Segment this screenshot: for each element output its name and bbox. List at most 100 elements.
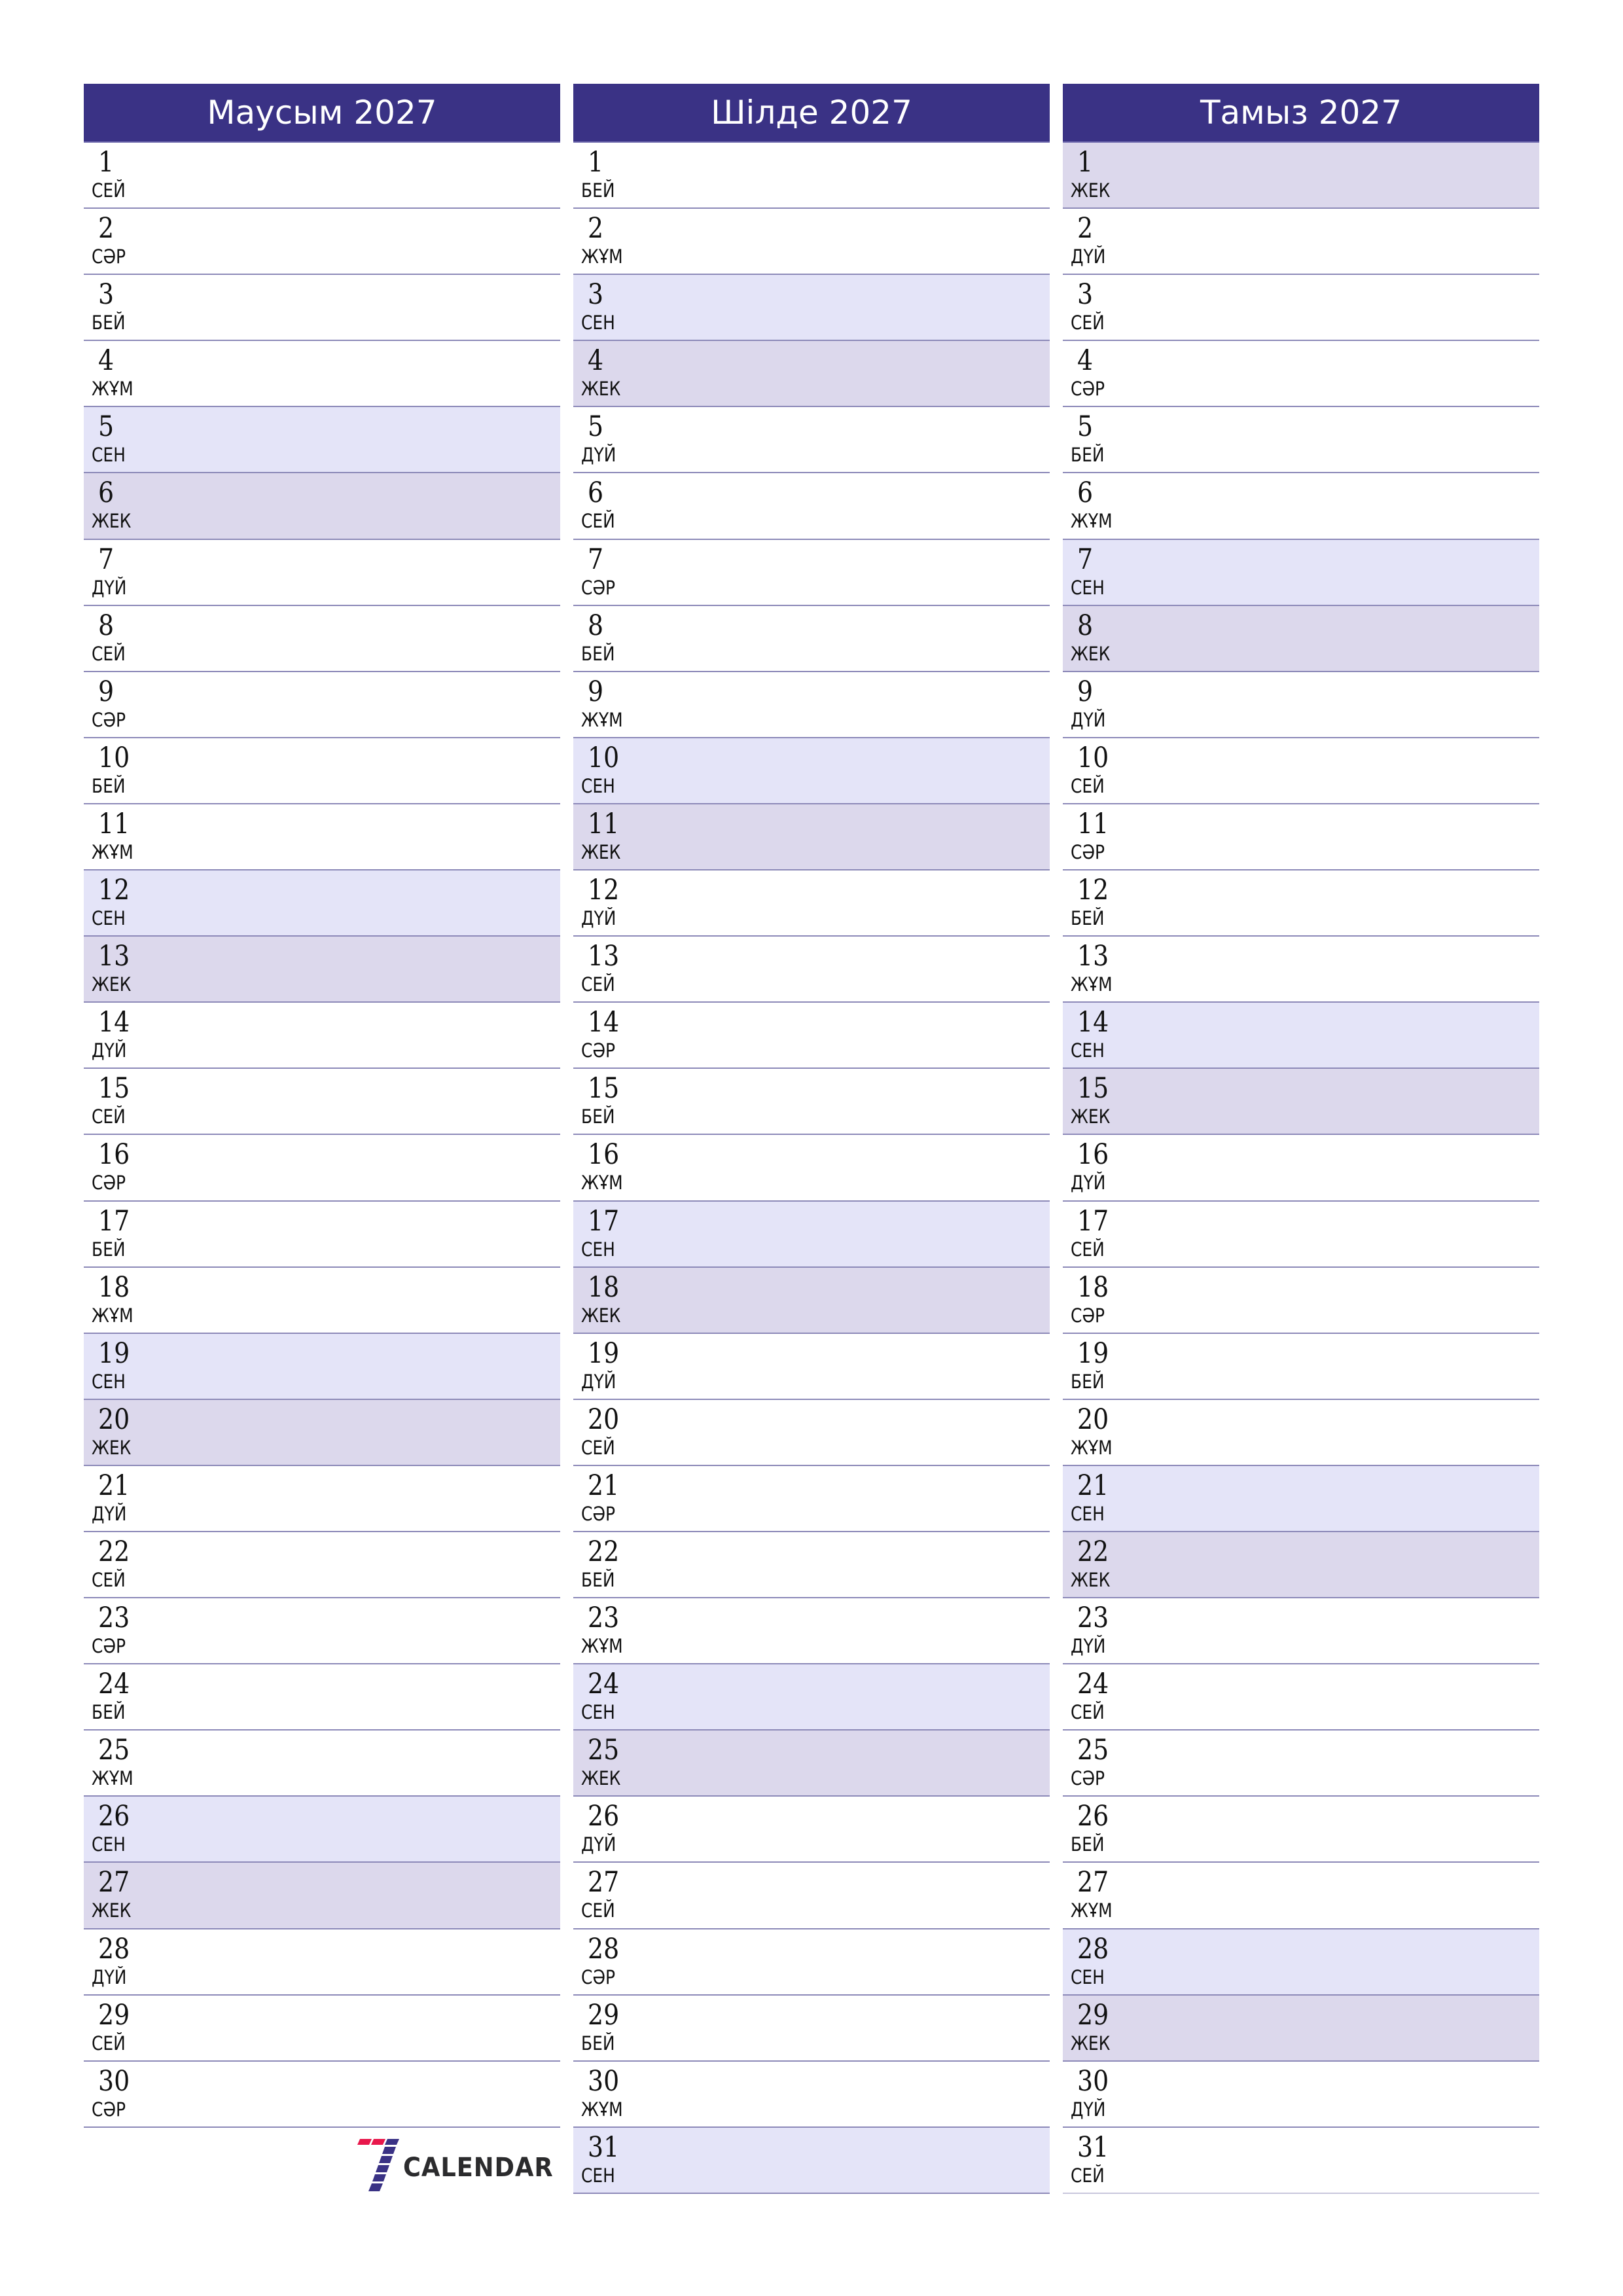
day-row: 24 СЕЙ bbox=[1063, 1664, 1539, 1731]
day-row: 14 ДҮЙ bbox=[84, 1003, 560, 1069]
weekday-label: СЕН bbox=[581, 2164, 615, 2187]
day-row: 17 БЕЙ bbox=[84, 1201, 560, 1268]
day-number: 17 bbox=[588, 1204, 620, 1238]
day-row: 6 ЖҰМ bbox=[1063, 473, 1539, 540]
day-row: 1 БЕЙ bbox=[573, 143, 1050, 209]
day-row: 23 СӘР bbox=[84, 1598, 560, 1665]
day-row: 30 СӘР bbox=[84, 2061, 560, 2128]
weekday-label: БЕЙ bbox=[581, 1105, 615, 1128]
day-number: 20 bbox=[1077, 1403, 1109, 1436]
weekday-label: СЕН bbox=[92, 1833, 126, 1856]
day-row: 9 ЖҰМ bbox=[573, 672, 1050, 738]
day-row: 8 СЕЙ bbox=[84, 605, 560, 672]
day-row: 15 СЕЙ bbox=[84, 1069, 560, 1136]
logo-blue-bar-3 bbox=[379, 2156, 393, 2163]
day-row: 2 СӘР bbox=[84, 209, 560, 276]
day-number: 16 bbox=[98, 1138, 130, 1172]
weekday-label: СЕН bbox=[1071, 576, 1105, 599]
day-row: 18 ЖҰМ bbox=[84, 1267, 560, 1334]
weekday-label: СЕЙ bbox=[1071, 774, 1105, 797]
day-number: 6 bbox=[588, 476, 604, 510]
weekday-label: БЕЙ bbox=[1071, 1833, 1105, 1856]
day-number: 25 bbox=[1077, 1734, 1109, 1767]
day-number: 4 bbox=[588, 344, 604, 378]
weekday-label: СЕН bbox=[1071, 1039, 1105, 1062]
weekday-label: СЕН bbox=[1071, 1965, 1105, 1988]
weekday-label: ЖҰМ bbox=[92, 1767, 134, 1790]
day-number: 9 bbox=[588, 675, 604, 708]
brand-logo: CALENDAR bbox=[357, 2139, 554, 2194]
day-row: 2 ЖҰМ bbox=[573, 209, 1050, 276]
day-number: 21 bbox=[98, 1469, 130, 1502]
weekday-label: ЖЕК bbox=[92, 973, 132, 996]
day-number: 18 bbox=[1077, 1270, 1109, 1304]
day-row: 12 БЕЙ bbox=[1063, 870, 1539, 937]
weekday-label: ЖҰМ bbox=[581, 245, 623, 268]
day-row: 4 СӘР bbox=[1063, 341, 1539, 408]
day-row: 10 СЕЙ bbox=[1063, 738, 1539, 804]
weekday-label: СЕН bbox=[581, 1238, 615, 1261]
weekday-label: СЕН bbox=[581, 1701, 615, 1724]
logo-blue-bar-5 bbox=[372, 2174, 386, 2181]
weekday-label: СЕЙ bbox=[1071, 312, 1105, 334]
day-number: 2 bbox=[98, 212, 115, 245]
weekday-label: БЕЙ bbox=[92, 312, 126, 334]
day-row: 15 ЖЕК bbox=[1063, 1069, 1539, 1136]
weekday-label: ЖЕК bbox=[1071, 2032, 1111, 2054]
weekday-label: СӘР bbox=[1071, 840, 1105, 863]
day-number: 31 bbox=[588, 2130, 620, 2164]
day-number: 24 bbox=[98, 1668, 130, 1701]
day-row: 30 ЖҰМ bbox=[573, 2061, 1050, 2128]
day-list: 1 БЕЙ 2 ЖҰМ 3 СЕН 4 ЖЕК 5 ДҮЙ 6 СЕЙ 7 СӘР 8 БЕЙ 9 ЖҰМ 10 СЕ… bbox=[573, 143, 1050, 2194]
day-number: 23 bbox=[98, 1602, 130, 1635]
day-row: 22 ЖЕК bbox=[1063, 1532, 1539, 1599]
weekday-label: БЕЙ bbox=[581, 642, 615, 665]
day-number: 2 bbox=[588, 212, 604, 245]
month-header: Шілде 2027 bbox=[573, 84, 1050, 143]
day-number: 8 bbox=[98, 609, 115, 642]
weekday-label: СЕЙ bbox=[1071, 1238, 1105, 1261]
weekday-label: ЖҰМ bbox=[581, 708, 623, 731]
day-number: 27 bbox=[98, 1866, 130, 1899]
day-row: 24 СЕН bbox=[573, 1664, 1050, 1731]
weekday-label: СЕЙ bbox=[1071, 1701, 1105, 1724]
day-number: 3 bbox=[588, 278, 604, 312]
day-number: 16 bbox=[1077, 1138, 1109, 1172]
day-number: 25 bbox=[98, 1734, 130, 1767]
day-row: 6 СЕЙ bbox=[573, 473, 1050, 540]
day-row: 31 СЕЙ bbox=[1063, 2127, 1539, 2194]
day-number: 26 bbox=[98, 1800, 130, 1833]
day-number: 28 bbox=[588, 1932, 620, 1965]
weekday-label: СЕН bbox=[581, 312, 615, 334]
weekday-label: ЖҰМ bbox=[1071, 510, 1113, 533]
day-number: 11 bbox=[98, 807, 130, 840]
day-row: 19 БЕЙ bbox=[1063, 1333, 1539, 1400]
weekday-label: СЕЙ bbox=[92, 1568, 126, 1591]
weekday-label: ЖЕК bbox=[92, 510, 132, 533]
day-number: 3 bbox=[98, 278, 115, 312]
day-number: 17 bbox=[1077, 1204, 1109, 1238]
day-row: 29 ЖЕК bbox=[1063, 1995, 1539, 2062]
day-row: 29 СЕЙ bbox=[84, 1995, 560, 2062]
day-number: 30 bbox=[98, 2064, 130, 2098]
day-number: 8 bbox=[1077, 609, 1094, 642]
day-row: 5 СЕН bbox=[84, 407, 560, 474]
day-number: 28 bbox=[98, 1932, 130, 1965]
weekday-label: ЖҰМ bbox=[92, 378, 134, 401]
logo-blue-bar-6 bbox=[368, 2183, 383, 2191]
seven-icon bbox=[357, 2139, 399, 2191]
weekday-label: ЖҰМ bbox=[1071, 973, 1113, 996]
day-number: 15 bbox=[98, 1072, 130, 1105]
day-number: 22 bbox=[98, 1535, 130, 1568]
day-row: 26 СЕН bbox=[84, 1797, 560, 1863]
day-row: 12 СЕН bbox=[84, 870, 560, 937]
weekday-label: ДҮЙ bbox=[1071, 1172, 1106, 1194]
day-number: 14 bbox=[1077, 1006, 1109, 1039]
day-row: 21 ДҮЙ bbox=[84, 1465, 560, 1532]
logo-blue-bar-4 bbox=[376, 2165, 389, 2172]
day-row: 26 ДҮЙ bbox=[573, 1797, 1050, 1863]
weekday-label: СӘР bbox=[1071, 1304, 1105, 1327]
logo-text: CALENDAR bbox=[403, 2153, 554, 2183]
day-number: 24 bbox=[1077, 1668, 1109, 1701]
weekday-label: ДҮЙ bbox=[1071, 1635, 1106, 1658]
